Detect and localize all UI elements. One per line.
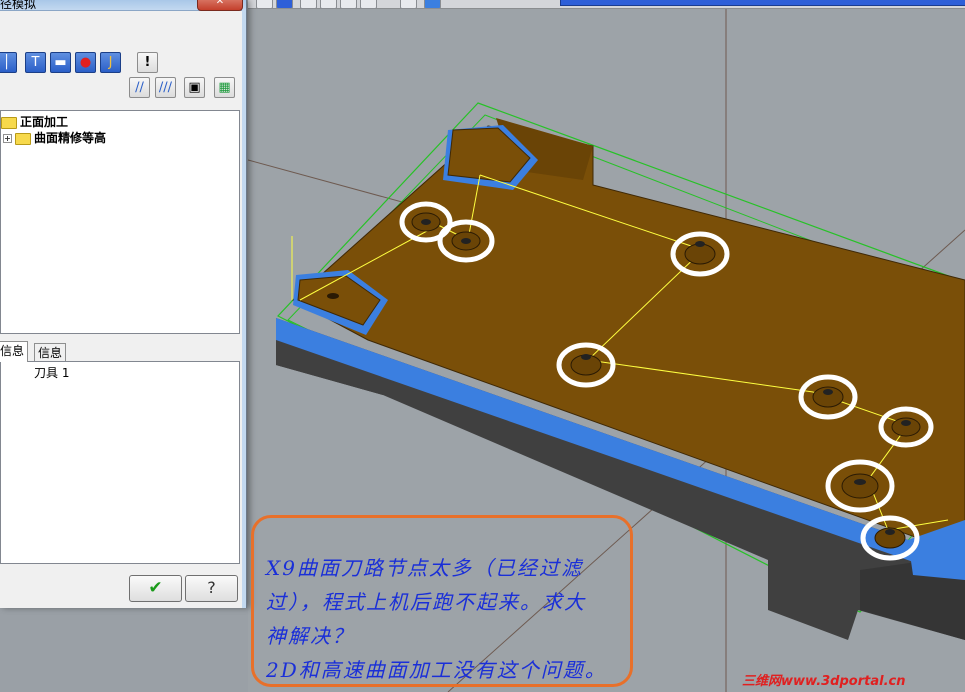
folder-icon [15, 132, 31, 145]
single-pass-icon[interactable]: ∕∕ [129, 77, 150, 98]
multi-pass-icon[interactable]: ∕∕∕ [155, 77, 176, 98]
help-button[interactable]: ? [185, 575, 238, 602]
ok-button[interactable]: ✔ [129, 575, 182, 602]
save-icon[interactable]: ▦ [214, 77, 235, 98]
view-button-1[interactable] [256, 0, 273, 9]
info-panel: 刀具 1 [0, 361, 240, 564]
dialog-titlebar: 径模拟 ✕ [0, 0, 246, 11]
expand-icon[interactable]: + [3, 134, 12, 143]
annotation-line-1: X9曲面刀路节点太多（已经过滤 [266, 556, 583, 580]
annotation-line-3: 神解决？ [266, 624, 354, 648]
annotation-box: X9曲面刀路节点太多（已经过滤 过），程式上机后跑不起来。求大 神解决？ 2D和… [251, 515, 633, 687]
warning-icon[interactable]: ! [137, 52, 158, 73]
view-button-4[interactable] [320, 0, 337, 9]
tool-name: 刀具 1 [34, 366, 70, 380]
tab-info-1[interactable]: 信息 [0, 341, 29, 362]
tab-info-2[interactable]: 信息 [34, 343, 67, 362]
viewport-toolbar [248, 0, 965, 9]
tree-item-root[interactable]: 正面加工 [1, 115, 68, 129]
tree-item-root-label: 正面加工 [20, 115, 69, 129]
flat-tool-icon[interactable]: ▬ [50, 52, 71, 73]
view-button-5[interactable] [340, 0, 357, 9]
tree-item-child[interactable]: + 曲面精修等高 [3, 131, 106, 145]
dialog-frame-right [242, 10, 246, 608]
view-button-2[interactable] [276, 0, 293, 9]
tool-shank-icon[interactable]: J [100, 52, 121, 73]
close-button[interactable]: ✕ [197, 0, 243, 11]
info-tabs: 信息 信息 [0, 341, 240, 362]
toolpath-simulation-dialog: 径模拟 ✕ │ T ▬ ● J ! ∕∕ ∕∕∕ ▣ ▦ 正面加工 + 曲面精修等… [0, 0, 247, 608]
toolpath-point-icon[interactable]: ● [75, 52, 96, 73]
annotation-line-4: 2D和高速曲面加工没有这个问题。 [266, 658, 607, 682]
viewport-title-highlight [560, 0, 965, 6]
folder-icon [1, 116, 17, 129]
operation-tree[interactable]: 正面加工 + 曲面精修等高 [0, 110, 240, 334]
view-button-3[interactable] [300, 0, 317, 9]
tree-item-child-label: 曲面精修等高 [34, 131, 107, 145]
tool-icon[interactable]: │ [0, 52, 17, 73]
dialog-title: 径模拟 [0, 0, 37, 11]
annotation-line-2: 过），程式上机后跑不起来。求大 [266, 590, 586, 614]
view-button-6[interactable] [360, 0, 377, 9]
pad-hole [327, 293, 339, 299]
holder-icon[interactable]: T [25, 52, 46, 73]
camera-icon[interactable]: ▣ [184, 77, 205, 98]
view-button-8[interactable] [424, 0, 441, 9]
watermark: 三维网www.3dportal.cn [742, 674, 906, 689]
view-button-7[interactable] [400, 0, 417, 9]
